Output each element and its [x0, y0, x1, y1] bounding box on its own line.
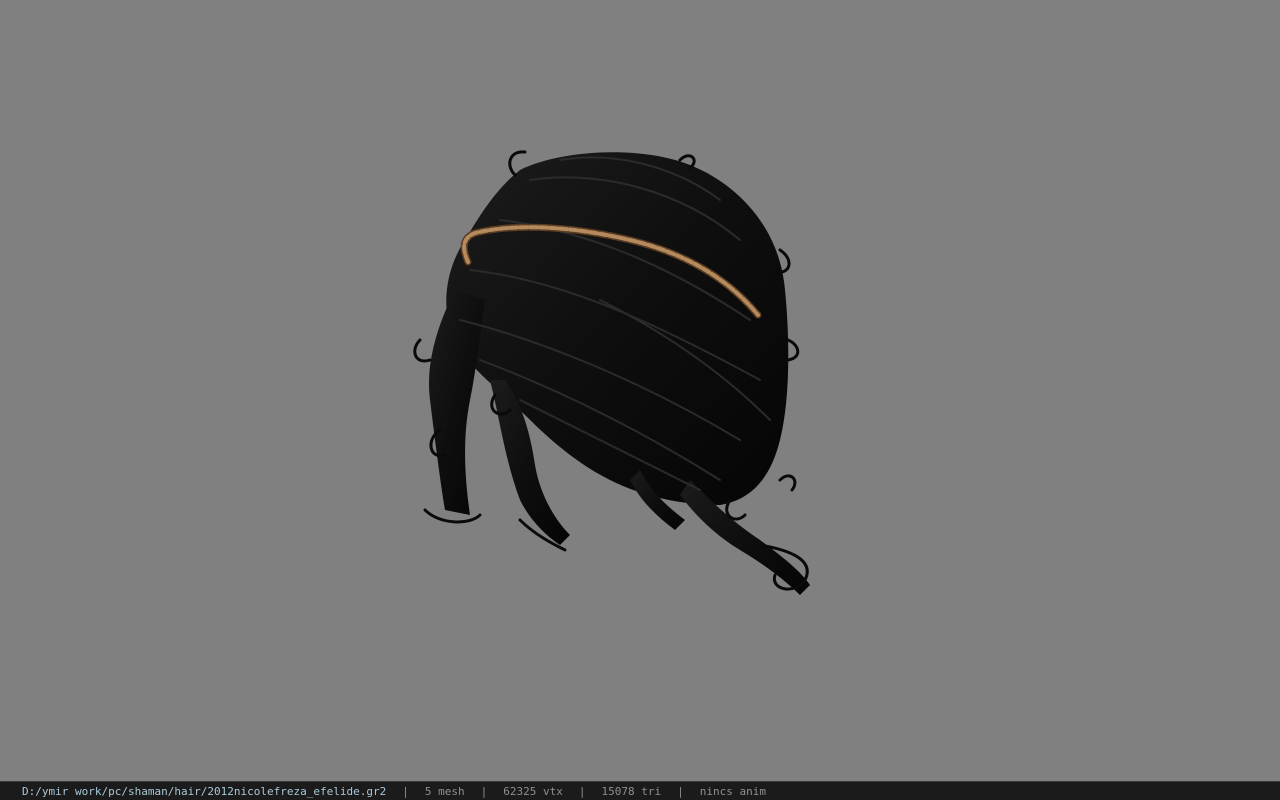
animation-status: nincs anim: [699, 784, 766, 798]
mesh-count: 5 mesh: [424, 784, 465, 798]
hair-mesh: [429, 152, 810, 595]
vertex-count: 62325 vtx: [503, 784, 563, 798]
separator: |: [578, 784, 586, 798]
hair-model[interactable]: [0, 0, 1280, 780]
triangle-count: 15078 tri: [601, 784, 662, 798]
separator: |: [677, 784, 684, 798]
3d-viewport[interactable]: [0, 0, 1280, 780]
separator: |: [402, 784, 409, 798]
file-path: D:/ymir work/pc/shaman/hair/2012nicolefr…: [22, 784, 387, 798]
separator: |: [480, 784, 488, 798]
status-bar: D:/ymir work/pc/shaman/hair/2012nicolefr…: [0, 781, 1280, 800]
